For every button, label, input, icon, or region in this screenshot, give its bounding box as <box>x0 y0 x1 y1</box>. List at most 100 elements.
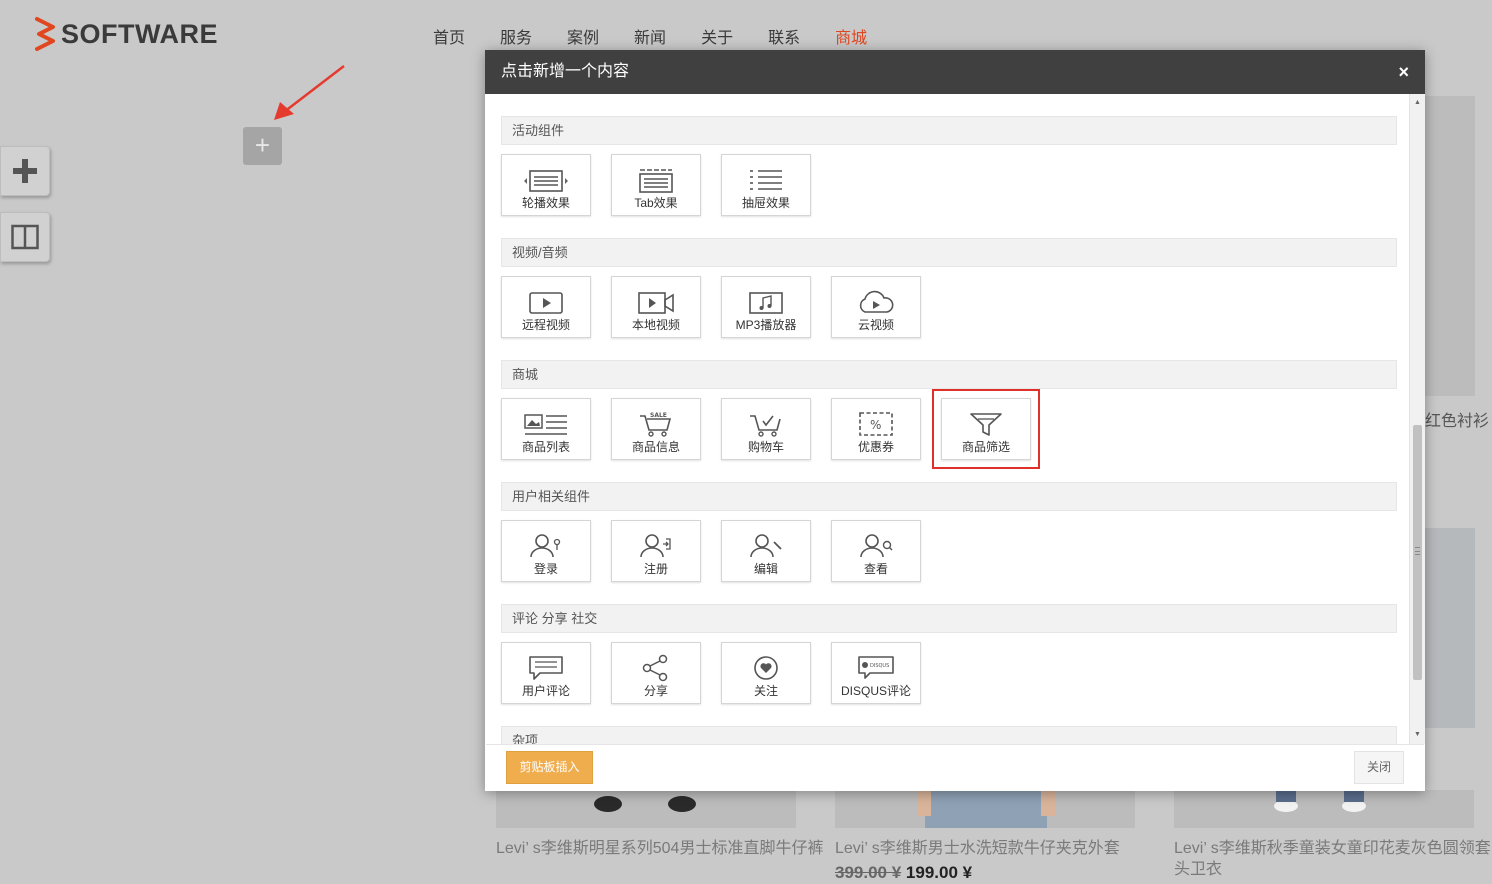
component-local-video[interactable]: 本地视频 <box>611 276 701 338</box>
product-image[interactable] <box>496 790 796 828</box>
svg-text:SALE: SALE <box>650 412 667 419</box>
section-title: 视频/音频 <box>501 238 1397 267</box>
plus-icon <box>13 159 37 183</box>
component-register[interactable]: 注册 <box>611 520 701 582</box>
component-tab[interactable]: Tab效果 <box>611 154 701 216</box>
component-coupon[interactable]: % 优惠券 <box>831 398 921 460</box>
layout-tool[interactable] <box>0 212 50 262</box>
nav-item-shop[interactable]: 商城 <box>835 24 867 48</box>
component-disqus-comment[interactable]: DISQUS DISQUS评论 <box>831 642 921 704</box>
component-label: MP3播放器 <box>735 318 797 332</box>
dialog-header: 点击新增一个内容 × <box>485 50 1425 94</box>
shopping-cart-icon <box>750 415 781 437</box>
close-icon[interactable]: × <box>1398 50 1409 94</box>
annotation-arrow-icon <box>274 65 345 120</box>
nav-item-services[interactable]: 服务 <box>500 24 532 48</box>
product-title[interactable]: Levi’ s李维斯明星系列504男士标准直脚牛仔裤 <box>496 838 826 859</box>
nav-item-cases[interactable]: 案例 <box>567 24 599 48</box>
add-module-tool[interactable] <box>0 146 50 196</box>
component-edit[interactable]: 编辑 <box>721 520 811 582</box>
component-label: 优惠券 <box>857 440 894 454</box>
component-shopping-cart[interactable]: 购物车 <box>721 398 811 460</box>
tab-icon <box>639 169 673 193</box>
product-image-partial-2 <box>1425 528 1475 728</box>
component-label: 轮播效果 <box>521 196 570 210</box>
component-label: 查看 <box>863 562 888 576</box>
component-share[interactable]: 分享 <box>611 642 701 704</box>
user-edit-icon <box>750 534 782 558</box>
scroll-up-arrow-icon[interactable]: ▲ <box>1410 96 1425 110</box>
component-cloud-video[interactable]: 云视频 <box>831 276 921 338</box>
user-login-icon <box>530 534 561 558</box>
product-price: 399.00 ¥ 199.00 ¥ <box>835 863 972 883</box>
section-misc: 杂项 <box>501 726 1397 744</box>
component-label: 编辑 <box>753 562 778 576</box>
component-user-comment[interactable]: 用户评论 <box>501 642 591 704</box>
component-follow[interactable]: 关注 <box>721 642 811 704</box>
component-label: 商品筛选 <box>961 440 1010 454</box>
component-product-list[interactable]: 商品列表 <box>501 398 591 460</box>
product-photo-sneakers <box>1274 790 1366 812</box>
component-product-info[interactable]: SALE 商品信息 <box>611 398 701 460</box>
close-button[interactable]: 关闭 <box>1354 751 1404 784</box>
component-label: 抽屉效果 <box>741 196 790 210</box>
product-image[interactable] <box>1174 790 1474 828</box>
product-list-icon <box>524 414 567 435</box>
component-carousel[interactable]: 轮播效果 <box>501 154 591 216</box>
component-label: 商品列表 <box>521 440 570 454</box>
component-drawer[interactable]: 抽屉效果 <box>721 154 811 216</box>
component-product-filter[interactable]: 商品筛选 <box>932 389 1040 469</box>
component-label: 本地视频 <box>631 318 680 332</box>
nav-item-home[interactable]: 首页 <box>433 24 465 48</box>
scroll-down-arrow-icon[interactable]: ▼ <box>1410 728 1425 742</box>
dialog-scrollbar[interactable]: ▲ ▼ <box>1409 94 1425 744</box>
current-price: 199.00 ¥ <box>905 863 973 882</box>
section-comment-share-social: 评论 分享 社交 用户评论 分享 关注 DISQUS DISQUS评论 <box>501 604 1397 704</box>
clipboard-insert-button[interactable]: 剪贴板插入 <box>506 751 593 784</box>
share-icon <box>642 654 668 682</box>
section-title: 用户相关组件 <box>501 482 1397 511</box>
user-register-icon <box>640 534 671 558</box>
logo-mark-icon <box>35 17 55 51</box>
mp3-player-icon <box>749 292 783 314</box>
section-title: 杂项 <box>501 726 1397 744</box>
product-image[interactable] <box>835 790 1135 828</box>
section-activity-components: 活动组件 轮播效果 Tab效果 抽屉效果 <box>501 116 1397 216</box>
component-label: 商品信息 <box>631 440 680 454</box>
section-user-components: 用户相关组件 登录 注册 编辑 查看 <box>501 482 1397 582</box>
filter-icon <box>970 413 1002 436</box>
comment-icon <box>529 656 563 680</box>
follow-heart-icon <box>754 656 778 680</box>
svg-text:DISQUS: DISQUS <box>870 663 889 669</box>
nav-item-about[interactable]: 关于 <box>701 24 733 48</box>
user-view-icon <box>860 534 893 558</box>
component-label: 分享 <box>643 684 668 698</box>
component-label: 用户评论 <box>521 684 570 698</box>
nav-item-contact[interactable]: 联系 <box>768 24 800 48</box>
site-logo[interactable]: SOFTWARE <box>33 16 218 52</box>
product-photo-jeans <box>917 790 1055 828</box>
add-content-button[interactable]: + <box>243 127 282 165</box>
nav-item-news[interactable]: 新闻 <box>634 24 666 48</box>
disqus-icon: DISQUS <box>858 656 894 679</box>
dialog-title: 点击新增一个内容 <box>501 63 630 80</box>
product-title[interactable]: Levi’ s李维斯男士水洗短款牛仔夹克外套 <box>835 838 1165 859</box>
section-video-audio: 视频/音频 远程视频 本地视频 MP3播放器 云视频 <box>501 238 1397 338</box>
product-title[interactable]: Levi’ s李维斯秋季童装女童印花麦灰色圆领套头卫衣 <box>1174 838 1492 880</box>
sale-cart-icon: SALE <box>640 412 672 437</box>
component-label: 远程视频 <box>521 318 570 332</box>
section-title: 评论 分享 社交 <box>501 604 1397 633</box>
component-mp3-player[interactable]: MP3播放器 <box>721 276 811 338</box>
coupon-icon: % <box>859 412 893 436</box>
columns-layout-icon <box>11 224 39 250</box>
svg-text:%: % <box>870 418 881 432</box>
remote-video-icon <box>529 292 563 314</box>
scroll-thumb[interactable] <box>1413 425 1422 680</box>
component-remote-video[interactable]: 远程视频 <box>501 276 591 338</box>
component-label: 登录 <box>533 562 558 576</box>
component-label: Tab效果 <box>634 196 678 210</box>
component-login[interactable]: 登录 <box>501 520 591 582</box>
main-nav: 首页 服务 案例 新闻 关于 联系 商城 <box>415 24 902 48</box>
component-view[interactable]: 查看 <box>831 520 921 582</box>
local-video-icon <box>638 292 674 314</box>
